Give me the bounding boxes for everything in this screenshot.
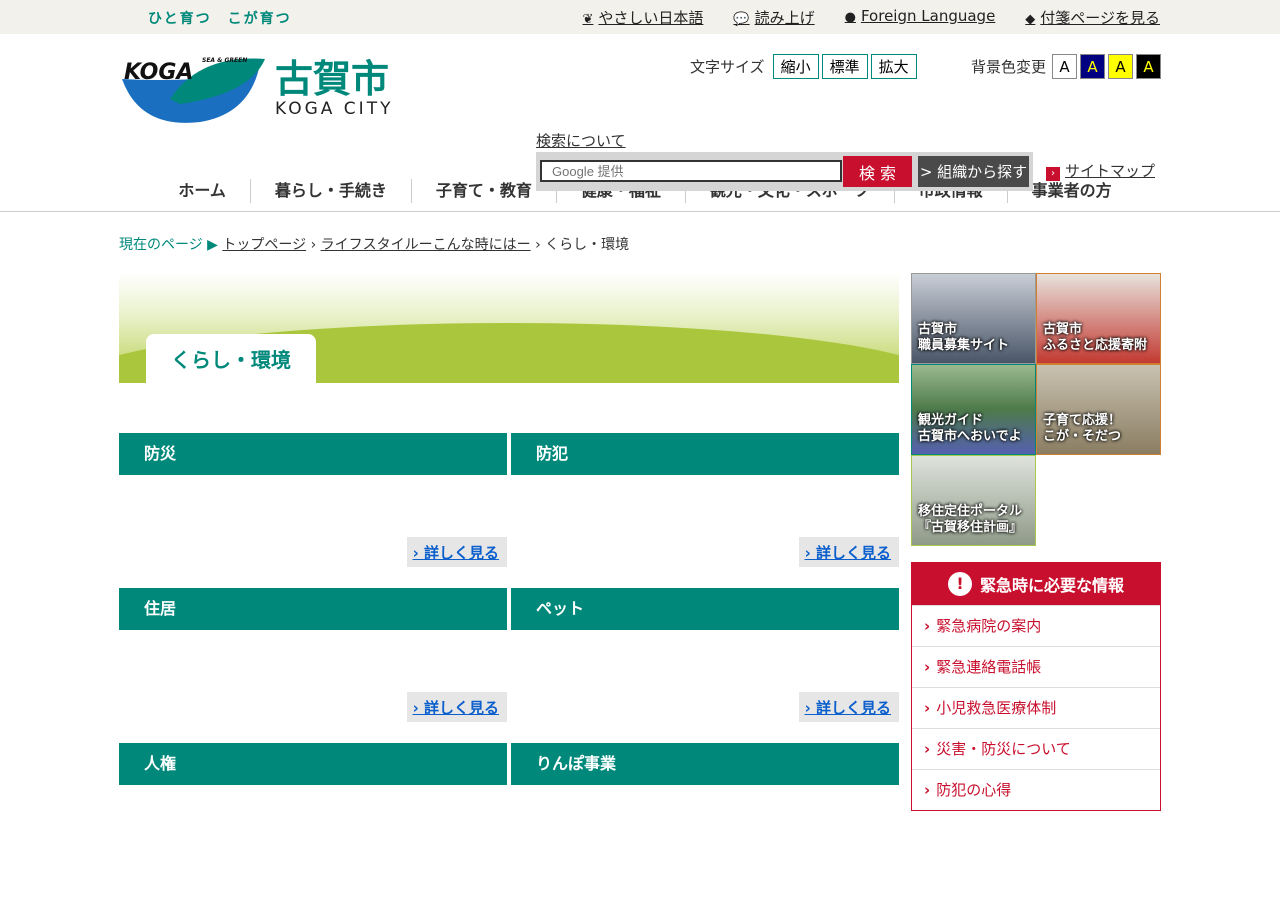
speech-bubble-icon: 💬 xyxy=(733,12,750,27)
breadcrumb: 現在のページ ▶ トップページ › ライフスタイルーこんな時にはー › くらし・… xyxy=(119,237,630,253)
bg-color-controls: 背景色変更 A A A A xyxy=(971,54,1162,79)
svg-text:SEA & GREEN: SEA & GREEN xyxy=(202,57,247,64)
chevron-right-icon: › xyxy=(1046,167,1060,181)
category-title[interactable]: 住居 xyxy=(119,588,507,630)
category-title[interactable]: 人権 xyxy=(119,743,507,785)
tile-line1: 子育て応援！ xyxy=(1043,413,1122,428)
site-logo[interactable]: KOGA SEA & GREEN 古賀市 KOGA CITY xyxy=(120,54,393,124)
font-size-label: 文字サイズ xyxy=(690,58,765,76)
more-link[interactable]: › 詳しく見る xyxy=(798,537,899,567)
category-title[interactable]: 防災 xyxy=(119,433,507,475)
font-size-controls: 文字サイズ 縮小 標準 拡大 xyxy=(690,54,917,79)
search-form: 検 索 > 組織から探す xyxy=(536,152,1033,191)
emergency-link[interactable]: 小児救急医療体制 xyxy=(912,687,1160,728)
bookmarks-link[interactable]: ◆ 付箋ページを見る xyxy=(1025,7,1160,28)
foreign-language-link[interactable]: ● Foreign Language xyxy=(845,7,996,28)
nav-childcare[interactable]: 子育て・教育 xyxy=(410,179,556,203)
category-title[interactable]: ペット xyxy=(511,588,899,630)
breadcrumb-top[interactable]: トップページ xyxy=(222,237,306,253)
sidebar: 古賀市 職員募集サイト 古賀市 ふるさと応援寄附 観光ガイド 古賀市へおいでよ 子育て… xyxy=(911,273,1161,811)
more-link[interactable]: › 詳しく見る xyxy=(406,537,507,567)
search-input[interactable] xyxy=(540,160,842,182)
breadcrumb-here: 現在のページ ▶ xyxy=(119,237,218,253)
tile-line1: 移住定住ポータル xyxy=(918,504,1023,519)
emergency-title: 緊急時に必要な情報 xyxy=(979,576,1124,595)
font-standard-button[interactable]: 標準 xyxy=(821,54,868,79)
more-label: 詳しく見る xyxy=(423,544,499,562)
category-card: 人権 xyxy=(119,743,507,898)
more-link[interactable]: › 詳しく見る xyxy=(406,692,507,722)
tile-line2: 『古賀移住計画』 xyxy=(918,520,1023,535)
header: KOGA SEA & GREEN 古賀市 KOGA CITY 文字サイズ 縮小 … xyxy=(0,34,1280,191)
nav-home[interactable]: ホーム xyxy=(154,179,250,203)
leaf-icon: ❦ xyxy=(582,12,594,27)
sitemap-link[interactable]: › サイトマップ xyxy=(1046,160,1155,181)
tile-line1: 古賀市 xyxy=(1043,322,1083,337)
link-label: 読み上げ xyxy=(754,9,815,27)
link-label: Foreign Language xyxy=(860,7,996,25)
search-about-link[interactable]: 検索について xyxy=(536,130,626,151)
category-card: ペット › 詳しく見る xyxy=(511,588,899,743)
category-title[interactable]: 防犯 xyxy=(511,433,899,475)
tile-line1: 観光ガイド xyxy=(918,413,984,428)
emergency-link[interactable]: 緊急病院の案内 xyxy=(912,605,1160,646)
bg-color-label: 背景色変更 xyxy=(971,58,1047,76)
emergency-link[interactable]: 災害・防災について xyxy=(912,728,1160,769)
banner-migration[interactable]: 移住定住ポータル 『古賀移住計画』 xyxy=(911,455,1036,546)
more-label: 詳しく見る xyxy=(423,699,499,717)
top-bar: ひと育つ こが育つ ❦ やさしい日本語 💬 読み上げ ● Foreign Langua… xyxy=(0,0,1280,34)
more-link[interactable]: › 詳しく見る xyxy=(798,692,899,722)
font-larger-button[interactable]: 拡大 xyxy=(870,54,917,79)
banner-recruit[interactable]: 古賀市 職員募集サイト xyxy=(911,273,1036,364)
tile-line1: 古賀市 xyxy=(918,322,958,337)
banner-tourism[interactable]: 観光ガイド 古賀市へおいでよ xyxy=(911,364,1036,455)
exclamation-icon: ! xyxy=(947,572,972,596)
tile-line2: こが・そだつ xyxy=(1043,429,1122,444)
globe-icon: ● xyxy=(844,10,856,25)
banner-childcare[interactable]: 子育て応援！ こが・そだつ xyxy=(1036,364,1161,455)
search-button[interactable]: 検 索 xyxy=(843,156,912,187)
tagline: ひと育つ こが育つ xyxy=(148,11,292,27)
search-by-org-button[interactable]: > 組織から探す xyxy=(918,156,1029,187)
koga-leaf-logo: KOGA SEA & GREEN xyxy=(122,57,265,123)
bg-white-button[interactable]: A xyxy=(1052,54,1078,79)
logo-japanese: 古賀市 xyxy=(275,57,390,101)
read-aloud-link[interactable]: 💬 読み上げ xyxy=(733,7,814,28)
more-label: 詳しく見る xyxy=(815,544,891,562)
banner-furusato[interactable]: 古賀市 ふるさと応援寄附 xyxy=(1036,273,1161,364)
bg-black-button[interactable]: A xyxy=(1136,54,1162,79)
page-banner: くらし・環境 xyxy=(119,273,899,383)
logo-english: KOGA CITY xyxy=(275,99,394,119)
category-title[interactable]: りんぽ事業 xyxy=(511,743,899,785)
breadcrumb-lifestyle[interactable]: ライフスタイルーこんな時にはー xyxy=(321,237,531,253)
category-card: 防災 › 詳しく見る xyxy=(119,433,507,588)
page-title: くらし・環境 xyxy=(146,334,316,383)
svg-text:KOGA: KOGA xyxy=(124,60,193,85)
easy-japanese-link[interactable]: ❦ やさしい日本語 xyxy=(583,7,704,28)
tile-line2: ふるさと応援寄附 xyxy=(1043,338,1148,353)
link-label: やさしい日本語 xyxy=(598,9,704,27)
link-label: 付箋ページを見る xyxy=(1040,9,1160,27)
emergency-link[interactable]: 緊急連絡電話帳 xyxy=(912,646,1160,687)
category-card: りんぽ事業 xyxy=(511,743,899,898)
emergency-info: ! 緊急時に必要な情報 緊急病院の案内 緊急連絡電話帳 小児救急医療体制 災害・防… xyxy=(911,562,1161,811)
bg-yellow-button[interactable]: A xyxy=(1108,54,1134,79)
tile-line2: 職員募集サイト xyxy=(918,338,1010,353)
emergency-link[interactable]: 防犯の心得 xyxy=(912,769,1160,810)
tag-icon: ◆ xyxy=(1025,12,1036,27)
category-grid: 防災 › 詳しく見る 防犯 › 詳しく見る 住居 › 詳しく見る ペット › 詳しく見る… xyxy=(119,433,899,898)
category-card: 防犯 › 詳しく見る xyxy=(511,433,899,588)
nav-living[interactable]: 暮らし・手続き xyxy=(249,179,411,203)
tile-line2: 古賀市へおいでよ xyxy=(918,429,1022,444)
category-card: 住居 › 詳しく見る xyxy=(119,588,507,743)
font-smaller-button[interactable]: 縮小 xyxy=(772,54,819,79)
sitemap-label: サイトマップ xyxy=(1065,162,1156,180)
more-label: 詳しく見る xyxy=(815,699,891,717)
breadcrumb-current: くらし・環境 xyxy=(545,237,630,253)
bg-navy-button[interactable]: A xyxy=(1080,54,1106,79)
